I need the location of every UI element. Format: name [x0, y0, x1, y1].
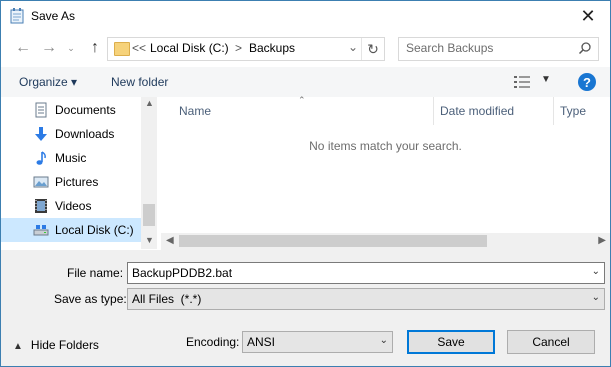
save-button-label: Save [437, 335, 465, 349]
videos-icon [35, 199, 47, 213]
breadcrumb-backups[interactable]: Backups [249, 41, 295, 55]
up-button[interactable]: ↑ [85, 38, 105, 58]
cancel-button-label: Cancel [532, 335, 570, 349]
back-button[interactable]: ← [13, 38, 33, 58]
file-name-value[interactable]: BackupPDDB2.bat [132, 266, 232, 280]
hide-folders-button[interactable]: ▲ Hide Folders [13, 338, 99, 352]
scroll-right-icon[interactable]: ▶ [598, 235, 606, 246]
folder-icon [114, 42, 130, 56]
sidebar-item-label: Videos [55, 199, 92, 213]
column-divider[interactable] [433, 97, 434, 125]
sidebar-scrollbar[interactable]: ▲ ▼ [141, 97, 157, 249]
sidebar-item-downloads[interactable]: Downloads [1, 122, 141, 146]
notepad-icon [10, 8, 24, 24]
sidebar-item-label: Music [55, 151, 87, 165]
search-icon [578, 42, 591, 55]
arrow-up-icon: ↑ [91, 39, 99, 56]
scrollbar-thumb[interactable] [179, 235, 487, 247]
chevron-down-icon[interactable]: ⌄ [348, 40, 358, 54]
column-header-name[interactable]: Name [179, 104, 211, 118]
sidebar-item-music[interactable]: Music [1, 146, 141, 170]
sidebar-item-videos[interactable]: Videos [1, 194, 141, 218]
view-dropdown-icon[interactable]: ▼ [541, 74, 551, 85]
search-box[interactable] [398, 37, 599, 61]
close-button[interactable]: ✕ [566, 1, 610, 31]
chevron-down-icon: ⌄ [379, 335, 388, 346]
address-bar[interactable]: << Local Disk (C:) > Backups ⌄ ↻ [107, 37, 385, 61]
command-bar: Organize ▾ New folder ▼ [1, 67, 610, 97]
file-list[interactable]: ⌃ Name Date modified Type No items match… [161, 95, 610, 249]
sidebar-item-local-disk[interactable]: Local Disk (C:) [1, 218, 141, 242]
scroll-up-icon[interactable]: ▲ [145, 98, 154, 108]
forward-button[interactable]: → [39, 38, 59, 58]
scrollbar-thumb[interactable] [143, 204, 155, 226]
search-input[interactable] [399, 38, 576, 58]
navigation-pane: Documents Downloads Music Pictures Video… [1, 97, 157, 249]
sidebar-item-label: Documents [55, 103, 116, 117]
new-folder-button[interactable]: New folder [111, 75, 168, 89]
drive-icon [33, 225, 49, 236]
save-as-dialog: Save As ✕ ← → ⌄ ↑ << Local Disk (C:) > B… [0, 0, 611, 367]
save-as-type-label: Save as type: [54, 292, 127, 306]
empty-message: No items match your search. [309, 139, 462, 153]
sidebar-item-label: Pictures [55, 175, 99, 189]
encoding-value: ANSI [247, 335, 276, 349]
pictures-icon [33, 176, 49, 188]
file-name-field[interactable]: BackupPDDB2.bat ⌄ [127, 262, 605, 284]
save-button[interactable]: Save [407, 330, 495, 354]
close-icon: ✕ [580, 5, 596, 26]
downloads-icon [35, 127, 47, 141]
help-button[interactable]: ? [578, 73, 596, 91]
save-as-type-select[interactable]: All Files (*.*) ⌄ [127, 288, 605, 310]
sidebar-item-label: Local Disk (C:) [55, 223, 134, 237]
save-as-type-value: All Files (*.*) [132, 292, 202, 306]
arrow-left-icon: ← [15, 39, 31, 56]
column-divider[interactable] [553, 97, 554, 125]
encoding-label: Encoding: [186, 335, 240, 349]
sidebar-item-documents[interactable]: Documents [1, 98, 141, 122]
window-title: Save As [31, 9, 76, 23]
sidebar-item-label: Downloads [55, 127, 115, 141]
chevron-down-icon: ⌄ [591, 292, 600, 303]
sidebar-item-pictures[interactable]: Pictures [1, 170, 141, 194]
breadcrumb-separator-icon: > [235, 41, 243, 55]
column-header-date-modified[interactable]: Date modified [440, 104, 514, 118]
help-icon: ? [583, 74, 591, 90]
encoding-select[interactable]: ANSI ⌄ [242, 331, 393, 353]
sort-caret-icon: ⌃ [298, 95, 306, 105]
horizontal-scrollbar[interactable]: ◀ ▶ [161, 233, 610, 250]
arrow-right-icon: → [41, 39, 57, 56]
scroll-left-icon[interactable]: ◀ [166, 235, 174, 246]
view-options-icon[interactable] [514, 76, 530, 88]
breadcrumb-overflow[interactable]: << [132, 41, 146, 55]
hide-folders-label: Hide Folders [30, 338, 99, 352]
refresh-icon: ↻ [367, 40, 379, 57]
chevron-up-icon: ▲ [13, 341, 23, 352]
title-bar: Save As ✕ [1, 1, 610, 31]
recent-locations-button[interactable]: ⌄ [61, 38, 81, 58]
chevron-down-icon[interactable]: ⌄ [592, 266, 600, 277]
organize-button[interactable]: Organize ▾ [19, 75, 77, 89]
cancel-button[interactable]: Cancel [507, 330, 595, 354]
music-icon [36, 151, 46, 165]
refresh-button[interactable]: ↻ [361, 38, 384, 60]
documents-icon [35, 102, 47, 118]
chevron-down-icon: ⌄ [67, 42, 75, 53]
breadcrumb-local-disk[interactable]: Local Disk (C:) [150, 41, 229, 55]
column-header-type[interactable]: Type [560, 104, 586, 118]
file-name-label: File name: [67, 266, 124, 280]
scroll-down-icon[interactable]: ▼ [145, 235, 154, 245]
